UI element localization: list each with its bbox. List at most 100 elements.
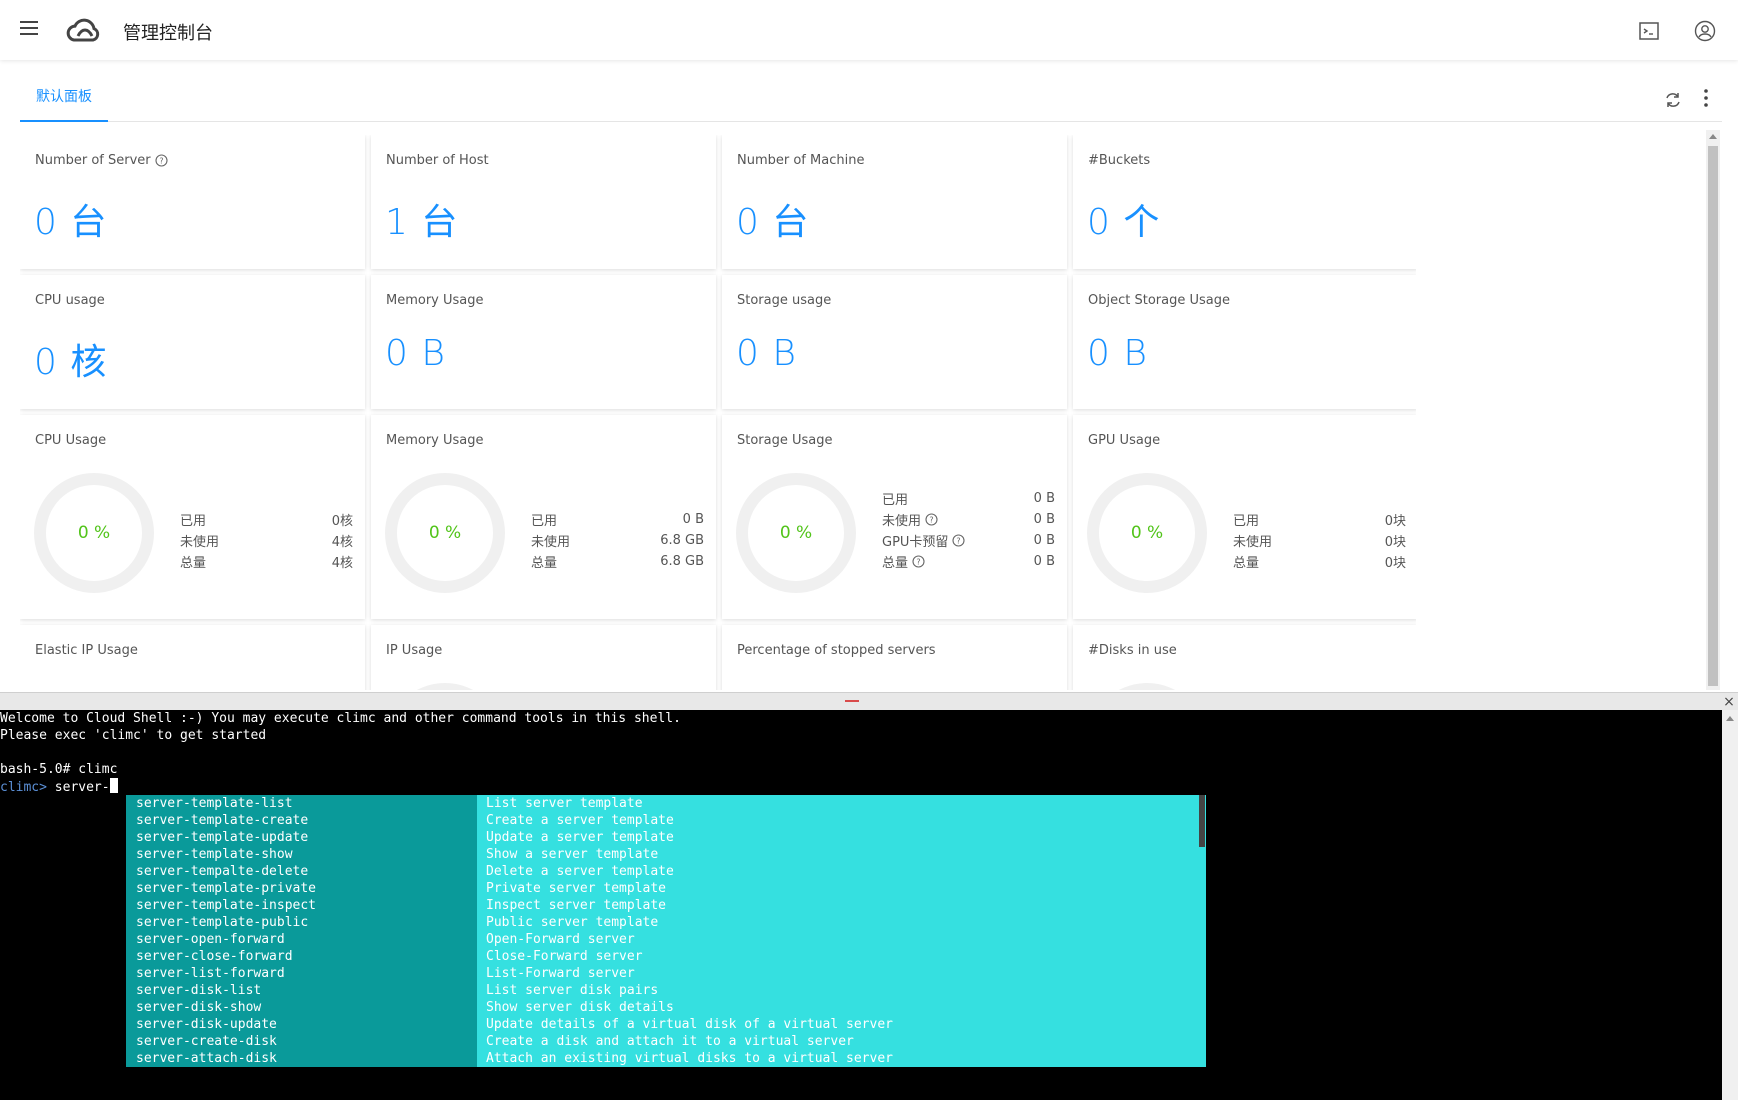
legend-row: 未使用 0块: [1233, 530, 1406, 551]
completion-item[interactable]: server-template-create Create a server te…: [126, 812, 1198, 829]
resize-handle[interactable]: [845, 700, 859, 702]
card-disks-in-use[interactable]: #Disks in use: [1073, 625, 1416, 690]
donut-chart: 0 %: [736, 473, 856, 593]
help-icon[interactable]: ?: [925, 513, 938, 526]
usage-legend: 已用 0块 未使用 0块 总量 0块: [1233, 509, 1406, 572]
completion-item[interactable]: server-template-inspect Inspect server te…: [126, 897, 1198, 914]
card-title: Number of Server ?: [35, 153, 168, 168]
terminal-input[interactable]: server-: [47, 780, 110, 795]
app-title: 管理控制台: [123, 23, 213, 44]
legend-label: 总量: [531, 556, 558, 571]
completion-description: Private server template: [486, 881, 667, 896]
card-gpu-ring[interactable]: GPU Usage 0 % 已用 0块 未使用 0块 总量 0块: [1073, 415, 1416, 619]
donut-chart: 0 %: [34, 473, 154, 593]
completion-item[interactable]: server-template-public Public server temp…: [126, 914, 1198, 931]
terminal-icon[interactable]: [1638, 20, 1660, 42]
completion-item[interactable]: server-template-show Show a server templa…: [126, 846, 1198, 863]
legend-value: 6.8 GB: [660, 554, 704, 569]
completion-command: server-open-forward: [136, 932, 285, 947]
card-object-storage-usage[interactable]: Object Storage Usage 0 B: [1073, 275, 1416, 409]
card-storage-ring[interactable]: Storage Usage 0 % 已用 0 B 未使用? 0 B GPU卡预留? 0…: [722, 415, 1067, 619]
completion-item[interactable]: server-open-forward Open-Forward server: [126, 931, 1198, 948]
card-buckets-count[interactable]: #Buckets 0 个: [1073, 135, 1416, 269]
help-icon[interactable]: ?: [912, 555, 925, 568]
help-icon[interactable]: ?: [952, 534, 965, 547]
donut-chart: 0 %: [385, 473, 505, 593]
legend-value: 0 B: [1033, 533, 1055, 548]
card-elastic-ip-usage[interactable]: Elastic IP Usage: [20, 625, 365, 690]
card-cpu-usage[interactable]: CPU usage 0 核: [20, 275, 365, 409]
percent-label: 0 %: [1130, 523, 1164, 543]
terminal-line: bash-5.0# climc: [0, 762, 118, 777]
card-title: Number of Host: [386, 153, 489, 168]
tab-default-panel[interactable]: 默认面板: [20, 86, 108, 122]
svg-text:?: ?: [929, 516, 933, 525]
terminal-scrollbar[interactable]: [1722, 710, 1738, 1100]
completion-description: Show a server template: [486, 847, 659, 862]
completion-item[interactable]: server-template-update Update a server te…: [126, 829, 1198, 846]
completion-description: Delete a server template: [486, 864, 674, 879]
card-memory-usage[interactable]: Memory Usage 0 B: [371, 275, 716, 409]
completion-description: Open-Forward server: [486, 932, 635, 947]
completion-item[interactable]: server-disk-update Update details of a vi…: [126, 1016, 1198, 1033]
cloud-logo-icon[interactable]: [64, 14, 104, 46]
refresh-icon[interactable]: [1663, 90, 1683, 110]
legend-value: 4核: [331, 556, 353, 571]
legend-value: 6.8 GB: [660, 533, 704, 548]
legend-row: 未使用 4核: [180, 530, 353, 551]
scrollbar-thumb[interactable]: [1708, 146, 1718, 686]
legend-row: 已用 0块: [1233, 509, 1406, 530]
completion-item[interactable]: server-list-forward List-Forward server: [126, 965, 1198, 982]
terminal-input-line[interactable]: climc> server-: [0, 778, 118, 795]
completion-item[interactable]: server-disk-list List server disk pairs: [126, 982, 1198, 999]
card-title: CPU Usage: [35, 433, 107, 448]
completion-item[interactable]: server-tempalte-delete Delete a server te…: [126, 863, 1198, 880]
metric-value: 0 个: [1087, 202, 1161, 243]
dashboard-scrollbar[interactable]: [1706, 130, 1720, 690]
more-options-icon[interactable]: [1696, 88, 1716, 108]
usage-legend: 已用 0 B 未使用? 0 B GPU卡预留? 0 B 总量? 0 B: [882, 488, 1055, 572]
legend-value: 0块: [1384, 535, 1406, 550]
completion-item[interactable]: server-attach-disk Attach an existing vir…: [126, 1050, 1198, 1067]
close-icon[interactable]: ×: [1722, 695, 1736, 709]
card-title: Object Storage Usage: [1088, 293, 1230, 308]
completion-command: server-template-show: [136, 847, 293, 862]
completion-command: server-template-update: [136, 830, 309, 845]
card-machine-count[interactable]: Number of Machine 0 台: [722, 135, 1067, 269]
scrollbar-thumb[interactable]: [1199, 795, 1205, 847]
completion-item[interactable]: server-close-forward Close-Forward server: [126, 948, 1198, 965]
card-host-count[interactable]: Number of Host 1 台: [371, 135, 716, 269]
card-cpu-ring[interactable]: CPU Usage 0 % 已用 0核 未使用 4核 总量 4核: [20, 415, 365, 619]
completion-item[interactable]: server-disk-show Show server disk details: [126, 999, 1198, 1016]
donut-chart: 0 %: [1087, 473, 1207, 593]
card-memory-ring[interactable]: Memory Usage 0 % 已用 0 B 未使用 6.8 GB 总量 6.8 G…: [371, 415, 716, 619]
card-storage-usage[interactable]: Storage usage 0 B: [722, 275, 1067, 409]
completion-item[interactable]: server-create-disk Create a disk and atta…: [126, 1033, 1198, 1050]
legend-value: 0块: [1384, 556, 1406, 571]
completion-scrollbar[interactable]: [1198, 795, 1206, 1067]
completion-description: Attach an existing virtual disks to a vi…: [486, 1051, 893, 1066]
user-avatar-icon[interactable]: [1694, 20, 1716, 42]
card-stopped-servers[interactable]: Percentage of stopped servers: [722, 625, 1067, 690]
completion-item[interactable]: server-template-list List server template: [126, 795, 1198, 812]
legend-value: 4核: [331, 535, 353, 550]
donut-chart: [1118, 683, 1176, 690]
help-icon[interactable]: ?: [155, 154, 168, 167]
card-ip-usage[interactable]: IP Usage: [371, 625, 716, 690]
cloud-shell-titlebar: ×: [0, 692, 1738, 710]
legend-label: 未使用: [531, 535, 571, 550]
legend-label: 已用: [1233, 514, 1260, 529]
menu-icon[interactable]: [20, 21, 38, 37]
card-server-count[interactable]: Number of Server ? 0 台: [20, 135, 365, 269]
completion-description: Update details of a virtual disk of a vi…: [486, 1017, 893, 1032]
completion-item[interactable]: server-template-private Private server te…: [126, 880, 1198, 897]
scroll-up-arrow-icon[interactable]: [1709, 134, 1717, 139]
card-title: Storage usage: [737, 293, 832, 308]
scroll-up-arrow-icon[interactable]: [1726, 716, 1734, 721]
completion-command: server-template-create: [136, 813, 309, 828]
legend-row: 总量? 0 B: [882, 551, 1055, 572]
metric-value: 0 台: [34, 202, 108, 243]
terminal-line: Welcome to Cloud Shell :-) You may execu…: [0, 711, 681, 726]
legend-row: 总量 0块: [1233, 551, 1406, 572]
completion-description: Update a server template: [486, 830, 674, 845]
